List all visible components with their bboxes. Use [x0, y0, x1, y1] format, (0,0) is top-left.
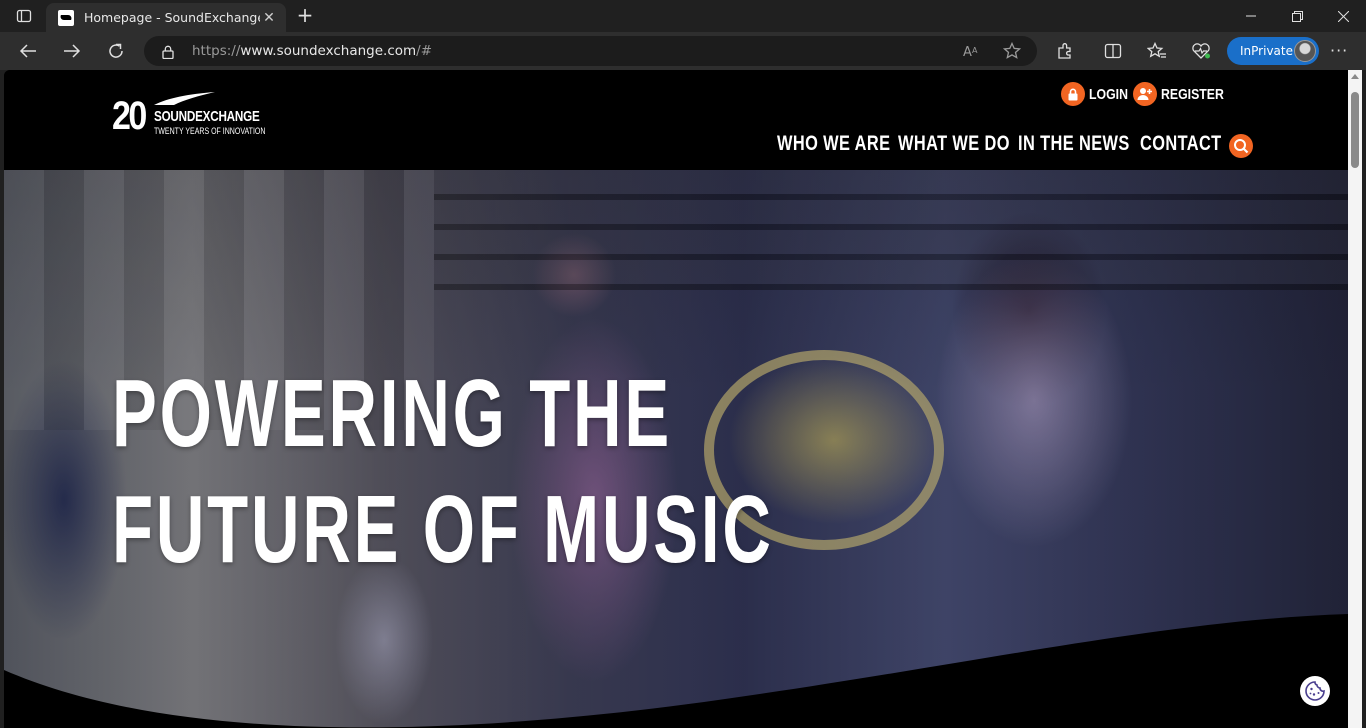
more-icon[interactable]: ···: [1330, 41, 1348, 60]
svg-text:A: A: [963, 45, 972, 60]
inprivate-label: InPrivate: [1240, 44, 1293, 58]
url-scheme: https://: [192, 43, 241, 59]
soundexchange-logo[interactable]: 20 SOUNDEXCHANGE TWENTY YEARS OF INNOVAT…: [112, 92, 268, 138]
hero-title-line-2: FUTURE OF MUSIC: [112, 476, 774, 583]
new-tab-button[interactable]: +: [293, 4, 317, 28]
url-text: https://www.soundexchange.com/#: [192, 43, 432, 59]
site-favicon-icon: [58, 9, 74, 26]
read-aloud-icon[interactable]: AA: [962, 42, 980, 60]
back-icon[interactable]: [13, 36, 43, 66]
site-header: 20 SOUNDEXCHANGE TWENTY YEARS OF INNOVAT…: [4, 70, 1348, 170]
favorite-star-icon[interactable]: [1002, 41, 1022, 60]
svg-text:A: A: [972, 46, 978, 55]
minimize-button[interactable]: [1228, 0, 1274, 32]
scroll-up-arrow-icon[interactable]: [1351, 74, 1359, 79]
tab-title: Homepage - SoundExchangeSou: [84, 10, 260, 25]
restore-button[interactable]: [1274, 0, 1320, 32]
logo-number: 20: [112, 94, 147, 138]
inprivate-button[interactable]: InPrivate: [1227, 37, 1319, 65]
refresh-icon[interactable]: [101, 36, 131, 66]
favorites-icon[interactable]: [1147, 41, 1167, 61]
register-label: REGISTER: [1161, 85, 1224, 103]
close-window-button[interactable]: [1320, 0, 1366, 32]
hero-title: POWERING THE FUTURE OF MUSIC: [112, 356, 774, 588]
lock-icon[interactable]: [162, 44, 174, 63]
logo-swoosh-icon: [154, 92, 215, 105]
nav-what-we-do[interactable]: WHAT WE DO: [898, 132, 1010, 156]
lock-icon: [1061, 82, 1085, 106]
browser-essentials-icon[interactable]: [1191, 41, 1211, 61]
tab-actions-icon[interactable]: [10, 6, 38, 26]
profile-avatar: [1294, 40, 1316, 62]
browser-toolbar: https://www.soundexchange.com/# AA InPri…: [0, 32, 1366, 70]
logo-tagline: TWENTY YEARS OF INNOVATION: [154, 126, 266, 136]
nav-in-the-news[interactable]: IN THE NEWS: [1018, 132, 1130, 156]
cookie-icon[interactable]: [1300, 676, 1330, 706]
login-label: LOGIN: [1089, 85, 1128, 103]
login-link[interactable]: LOGIN: [1061, 82, 1137, 106]
add-user-icon: [1133, 82, 1157, 106]
hero-video-banner: POWERING THE FUTURE OF MUSIC: [4, 170, 1348, 728]
search-icon[interactable]: [1229, 134, 1253, 158]
hero-bottom-wave: [4, 614, 1348, 728]
register-link[interactable]: REGISTER: [1133, 82, 1238, 106]
browser-tab[interactable]: Homepage - SoundExchangeSou ✕: [46, 3, 286, 32]
page-scrollbar[interactable]: [1348, 70, 1362, 728]
tab-close-icon[interactable]: ✕: [260, 10, 278, 26]
extensions-icon[interactable]: [1055, 41, 1075, 61]
nav-contact[interactable]: CONTACT: [1140, 132, 1222, 156]
url-path: /#: [416, 43, 433, 59]
hero-title-line-1: POWERING THE: [112, 360, 673, 467]
logo-name: SOUNDEXCHANGE: [154, 108, 260, 125]
url-host: www.soundexchange.com: [240, 43, 417, 59]
nav-who-we-are[interactable]: WHO WE ARE: [777, 132, 890, 156]
page-viewport: 20 SOUNDEXCHANGE TWENTY YEARS OF INNOVAT…: [4, 70, 1348, 728]
browser-titlebar: Homepage - SoundExchangeSou ✕ +: [0, 0, 1366, 32]
split-screen-icon[interactable]: [1103, 41, 1123, 61]
forward-icon[interactable]: [57, 36, 87, 66]
address-bar[interactable]: https://www.soundexchange.com/# AA: [144, 36, 1037, 66]
scrollbar-thumb[interactable]: [1351, 92, 1359, 168]
